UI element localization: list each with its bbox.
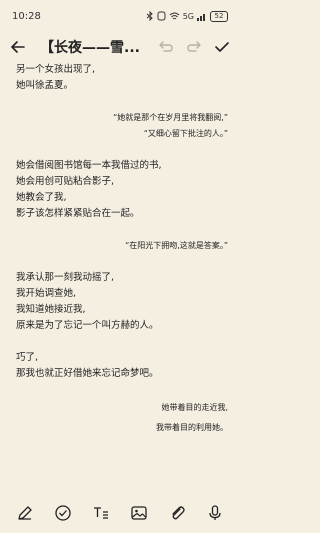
quote-line: “又细心留下批注的人。” <box>143 129 228 138</box>
right-aligned-line: 我带着目的利用她。 <box>156 423 228 432</box>
check-icon <box>215 42 229 52</box>
text-line: 她会借阅图书馆每一本我借过的书, <box>16 160 162 171</box>
bottom-toolbar <box>0 493 240 533</box>
battery-indicator: 52 <box>210 10 228 22</box>
editor-toolbar: 【长夜——雪... <box>0 32 240 62</box>
checklist-button[interactable] <box>52 502 74 524</box>
status-time: 10:28 <box>12 10 41 22</box>
done-button[interactable] <box>214 40 230 54</box>
text-line: 她叫徐孟夏。 <box>16 80 74 91</box>
text-line: 她教会了我, <box>16 192 67 203</box>
text-line: 那我也就正好借她来忘记命梦吧。 <box>16 368 159 379</box>
note-title[interactable]: 【长夜——雪... <box>40 37 140 57</box>
checkbox-icon <box>55 505 71 521</box>
text-format-button[interactable] <box>90 502 112 524</box>
redo-button[interactable] <box>186 40 202 54</box>
text-line: 另一个女孩出现了, <box>16 64 96 75</box>
image-icon <box>131 506 147 520</box>
status-icons: 5G 52 <box>146 10 228 22</box>
undo-icon <box>159 41 173 52</box>
signal-icon <box>197 13 205 21</box>
text-line: 影子该怎样紧紧贴合在一起。 <box>16 208 140 219</box>
nfc-icon <box>157 11 166 21</box>
undo-button[interactable] <box>158 40 174 54</box>
microphone-icon <box>209 505 221 520</box>
back-arrow-icon <box>11 41 25 53</box>
status-bar: 10:28 5G 52 <box>0 0 240 32</box>
right-aligned-line: 她带着目的走近我, <box>161 403 228 412</box>
insert-image-button[interactable] <box>128 502 150 524</box>
pen-icon <box>18 506 32 520</box>
text-line: 我知道她接近我, <box>16 304 86 315</box>
text-line: 我承认那一刻我动摇了, <box>16 272 115 283</box>
paperclip-icon <box>172 506 185 520</box>
text-line: 我开始调查她, <box>16 288 77 299</box>
text-line: 原来是为了忘记一个叫方赫的人。 <box>16 320 159 331</box>
handwriting-button[interactable] <box>14 502 36 524</box>
redo-icon <box>187 41 201 52</box>
wifi-icon <box>169 12 180 19</box>
text-line: 巧了, <box>16 352 39 363</box>
text-line: 她会用创可贴粘合影子, <box>16 176 115 187</box>
quote-line: “在阳光下拥吻,这就是答案。” <box>125 241 228 250</box>
bluetooth-icon <box>146 11 153 21</box>
note-body[interactable]: 另一个女孩出现了, 她叫徐孟夏。 “她就是那个在岁月里将我翻阅,” “又细心留下… <box>16 62 228 438</box>
back-button[interactable] <box>10 39 26 55</box>
voice-input-button[interactable] <box>204 502 226 524</box>
attachment-button[interactable] <box>166 502 188 524</box>
signal-label: 5G <box>182 11 194 21</box>
text-format-icon <box>94 507 108 519</box>
quote-line: “她就是那个在岁月里将我翻阅,” <box>113 113 228 122</box>
